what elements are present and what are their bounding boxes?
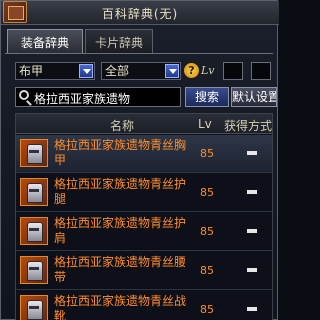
- acquire-dash: [247, 307, 257, 311]
- type-select[interactable]: 全部: [101, 62, 181, 80]
- item-level: 85: [200, 147, 214, 160]
- acquire-dash: [247, 151, 257, 155]
- search-icon: [19, 90, 29, 100]
- item-name: 格拉西亚家族遗物青丝护肩: [54, 216, 187, 245]
- list-item[interactable]: 格拉西亚家族遗物青丝胸甲 85: [16, 135, 272, 173]
- item-level: 85: [200, 225, 214, 238]
- item-level: 85: [200, 264, 214, 277]
- item-name: 格拉西亚家族遗物青丝护腿: [54, 177, 187, 206]
- level-max-input[interactable]: [251, 62, 271, 80]
- search-button[interactable]: 搜索: [185, 87, 229, 107]
- acquire-dash: [247, 229, 257, 233]
- level-label: Lv: [201, 64, 215, 77]
- list-header: 名称 Lv 获得方式: [16, 114, 273, 134]
- item-name: 格拉西亚家族遗物青丝腰带: [54, 255, 187, 284]
- list-item[interactable]: 格拉西亚家族遗物青丝战靴 85: [16, 291, 272, 320]
- help-icon[interactable]: ?: [184, 63, 199, 78]
- list-item[interactable]: 格拉西亚家族遗物青丝腰带 85: [16, 252, 272, 290]
- chevron-down-icon[interactable]: [79, 64, 93, 78]
- item-name: 格拉西亚家族遗物青丝战靴: [54, 294, 187, 320]
- category-select[interactable]: 布甲: [15, 62, 95, 80]
- search-input-value: 格拉西亚家族遗物: [34, 92, 131, 106]
- column-acquire: 获得方式: [224, 119, 273, 133]
- item-name: 格拉西亚家族遗物青丝胸甲: [54, 138, 187, 167]
- item-level: 85: [200, 186, 214, 199]
- item-list: 名称 Lv 获得方式 格拉西亚家族遗物青丝胸甲 85 格拉西亚家族遗物青丝护腿 …: [15, 113, 273, 320]
- column-name: 名称: [110, 119, 135, 133]
- window-title: 百科辞典(无): [101, 7, 179, 21]
- title-bar[interactable]: 百科辞典(无): [1, 1, 279, 25]
- category-select-value: 布甲: [19, 64, 44, 78]
- boots-icon: [20, 295, 48, 320]
- column-lv: Lv: [198, 117, 212, 131]
- acquire-dash: [247, 268, 257, 272]
- acquire-dash: [247, 190, 257, 194]
- tab-card-dictionary[interactable]: 卡片辞典: [85, 29, 153, 53]
- list-item[interactable]: 格拉西亚家族遗物青丝护肩 85: [16, 213, 272, 251]
- shoulder-armor-icon: [20, 217, 48, 245]
- encyclopedia-window: 百科辞典(无) 装备辞典 卡片辞典 布甲 全部 ? Lv 格拉西亚家族遗物 搜索…: [0, 0, 279, 320]
- level-min-input[interactable]: [223, 62, 243, 80]
- tab-equipment-dictionary[interactable]: 装备辞典: [7, 29, 83, 53]
- list-item[interactable]: 格拉西亚家族遗物青丝护腿 85: [16, 174, 272, 212]
- belt-icon: [20, 256, 48, 284]
- chevron-down-icon[interactable]: [165, 64, 179, 78]
- type-select-value: 全部: [105, 64, 130, 78]
- chest-armor-icon: [20, 139, 48, 167]
- tab-divider: [5, 53, 273, 54]
- item-level: 85: [200, 303, 214, 316]
- default-settings-button[interactable]: 默认设置: [231, 87, 277, 107]
- leg-armor-icon: [20, 178, 48, 206]
- search-input[interactable]: 格拉西亚家族遗物: [15, 87, 181, 107]
